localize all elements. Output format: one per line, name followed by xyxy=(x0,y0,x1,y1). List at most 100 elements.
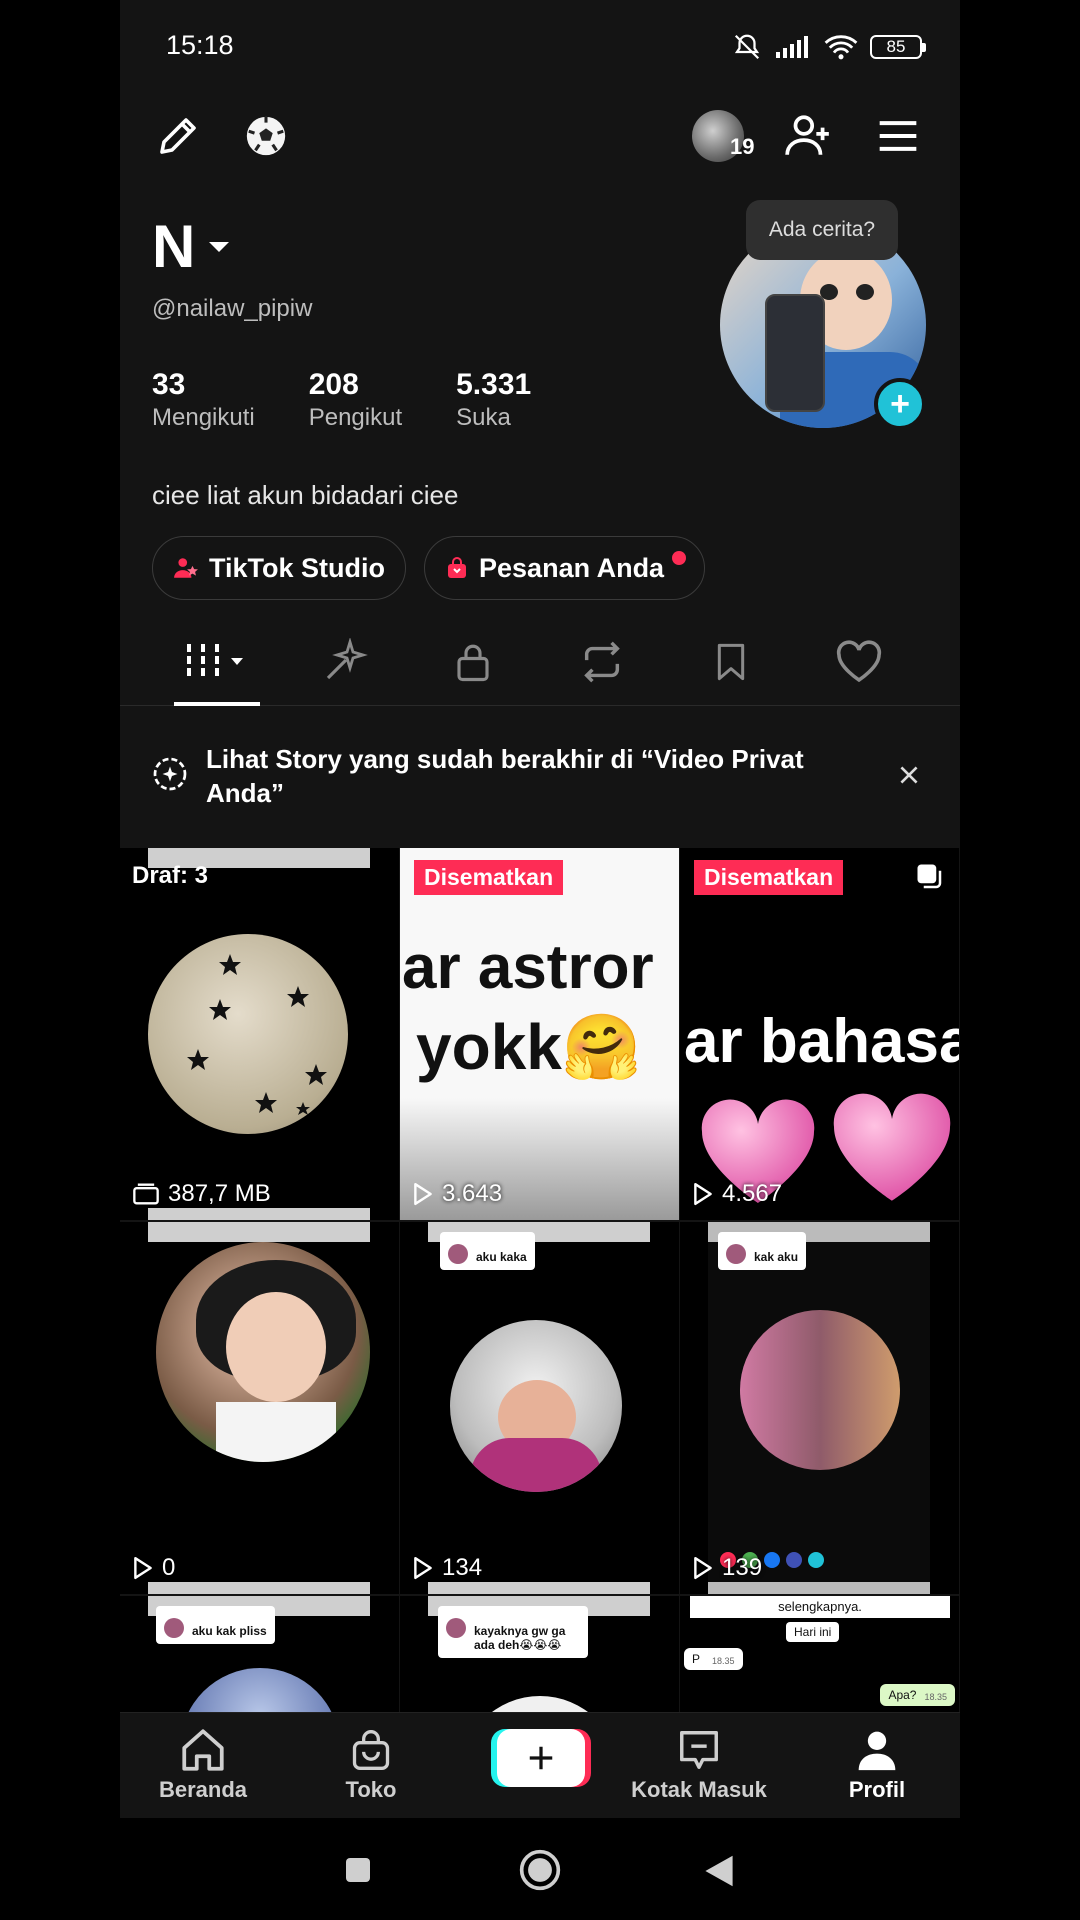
photo-thumbnail xyxy=(156,1242,370,1462)
nav-shop[interactable]: Toko xyxy=(296,1725,446,1803)
profile-icon xyxy=(858,1731,896,1771)
video-tile[interactable]: kak aku 139 xyxy=(680,1222,959,1594)
pinned-video-tile[interactable]: Disematkan ar bahasa 4.567 xyxy=(680,848,959,1220)
account-switcher[interactable]: N xyxy=(152,212,230,281)
profile-bio: ciee liat akun bidadari ciee xyxy=(152,480,459,510)
pink-heart-icon xyxy=(833,1093,951,1201)
repost-icon xyxy=(584,641,620,683)
story-tooltip: Ada cerita? xyxy=(746,200,898,260)
view-count: 0 xyxy=(132,1554,175,1582)
bottom-navigation: Beranda Toko Kotak Masuk Profil xyxy=(120,1712,960,1818)
soccer-ball-icon xyxy=(246,116,286,156)
profile-top-bar: 19 xyxy=(120,100,960,180)
pinned-badge: Disematkan xyxy=(414,860,564,895)
phone-screen: 15:18 85 19 N @nailaw_pipiw 33 Mengikuti… xyxy=(120,0,960,1920)
tab-effects[interactable] xyxy=(302,632,386,692)
heart-icon xyxy=(836,640,882,683)
recent-apps-icon[interactable] xyxy=(342,1854,374,1886)
plus-icon xyxy=(529,1746,553,1770)
signal-icon xyxy=(776,36,808,58)
profile-name: N xyxy=(152,213,196,280)
profile-handle: @nailaw_pipiw xyxy=(152,295,313,322)
wifi-icon xyxy=(824,35,858,60)
stars-pattern xyxy=(187,954,327,1115)
draft-count: Draf: 3 xyxy=(132,862,209,889)
soccer-ball-button[interactable] xyxy=(238,108,294,164)
bell-muted-icon xyxy=(734,34,760,60)
add-friend-button[interactable] xyxy=(780,108,836,164)
battery-indicator: 85 xyxy=(870,35,926,59)
story-archive-icon xyxy=(153,757,187,791)
pencil-icon xyxy=(160,118,196,154)
play-icon xyxy=(134,1556,152,1580)
play-icon xyxy=(414,1556,432,1580)
nav-inbox[interactable]: Kotak Masuk xyxy=(624,1725,774,1803)
draft-video-tile[interactable]: Draf: 3 387,7 MB xyxy=(120,848,399,1220)
video-tile[interactable]: kayaknya gw ga ada deh😭😭😭 xyxy=(400,1596,679,1714)
banner-text: Lihat Story yang sudah berakhir di “Vide… xyxy=(206,744,804,808)
multi-photo-icon xyxy=(917,864,942,889)
stat-following[interactable]: 33 Mengikuti xyxy=(152,368,255,432)
chat-header: selengkapnya. xyxy=(690,1596,950,1618)
shopping-bag-icon xyxy=(448,557,467,578)
tiktok-studio-button[interactable]: TikTok Studio xyxy=(152,536,407,600)
video-tile[interactable]: aku kak pliss xyxy=(120,1596,399,1714)
chevron-down-icon xyxy=(209,241,230,252)
draft-size: 387,7 MB xyxy=(132,1180,271,1208)
back-icon[interactable] xyxy=(702,1852,736,1890)
video-tile[interactable]: aku kaka 134 xyxy=(400,1222,679,1594)
comment-reply-bubble: aku kak pliss xyxy=(156,1606,275,1644)
video-tile[interactable]: 0 xyxy=(120,1222,399,1594)
edit-button[interactable] xyxy=(150,108,206,164)
lock-icon xyxy=(457,644,489,682)
photo-thumbnail xyxy=(740,1310,900,1470)
menu-button[interactable] xyxy=(870,108,926,164)
thumbnail-caption: ar bahasa xyxy=(684,1007,959,1076)
inbox-icon xyxy=(680,1731,718,1769)
video-tile[interactable]: selengkapnya. Hari ini P 18.35 Apa? 18.3… xyxy=(680,1596,959,1714)
nav-home[interactable]: Beranda xyxy=(128,1725,278,1803)
storage-icon xyxy=(133,1183,159,1205)
comment-reply-bubble: kayaknya gw ga ada deh😭😭😭 xyxy=(438,1606,588,1658)
view-count: 134 xyxy=(412,1554,482,1582)
pinned-badge: Disematkan xyxy=(694,860,844,895)
chat-date: Hari ini xyxy=(786,1622,840,1642)
play-icon xyxy=(414,1182,432,1206)
view-count: 3.643 xyxy=(412,1180,502,1208)
moon-thumbnail xyxy=(148,934,348,1134)
nav-profile[interactable]: Profil xyxy=(802,1725,952,1803)
close-icon[interactable] xyxy=(896,762,922,788)
stat-likes[interactable]: 5.331 Suka xyxy=(456,368,531,432)
tab-reposts[interactable] xyxy=(560,632,644,692)
tab-videos[interactable] xyxy=(176,632,260,692)
add-story-button[interactable]: + xyxy=(874,378,926,430)
add-user-icon xyxy=(785,115,829,155)
status-icons: 85 xyxy=(732,32,926,62)
tab-liked[interactable] xyxy=(817,632,901,692)
chat-reply: Apa? 18.35 xyxy=(880,1684,955,1706)
home-circle-icon[interactable] xyxy=(518,1848,562,1892)
grid-videos-icon xyxy=(187,644,243,680)
content-tabs xyxy=(120,628,960,706)
create-video-button[interactable] xyxy=(497,1729,585,1787)
tab-favorites[interactable] xyxy=(689,632,773,692)
shopping-bag-icon xyxy=(352,1730,390,1770)
tab-private[interactable] xyxy=(431,632,515,692)
comment-reply-bubble: kak aku xyxy=(718,1232,807,1270)
sparkle-icon xyxy=(326,638,368,680)
stat-followers[interactable]: 208 Pengikut xyxy=(309,368,402,432)
thumbnail-caption: ar astror xyxy=(402,933,654,1002)
orders-button[interactable]: Pesanan Anda xyxy=(424,536,706,600)
profile-action-chips: TikTok Studio Pesanan Anda xyxy=(152,536,706,600)
chat-message: P 18.35 xyxy=(684,1648,743,1670)
pinned-video-tile[interactable]: Disematkan ar astror yokk🤗 3.643 xyxy=(400,848,679,1220)
activity-count: 19 xyxy=(730,134,755,159)
view-count: 4.567 xyxy=(692,1180,782,1208)
expired-story-banner[interactable]: Lihat Story yang sudah berakhir di “Vide… xyxy=(120,726,960,844)
hamburger-menu-icon xyxy=(879,121,917,151)
profile-stats: 33 Mengikuti 208 Pengikut 5.331 Suka xyxy=(152,368,531,432)
thumbnail-caption: yokk🤗 xyxy=(416,1011,642,1083)
video-grid: Draf: 3 387,7 MB Disematkan ar astror yo… xyxy=(120,848,960,1714)
comment-reply-bubble: aku kaka xyxy=(440,1232,535,1270)
studio-icon xyxy=(174,558,198,578)
